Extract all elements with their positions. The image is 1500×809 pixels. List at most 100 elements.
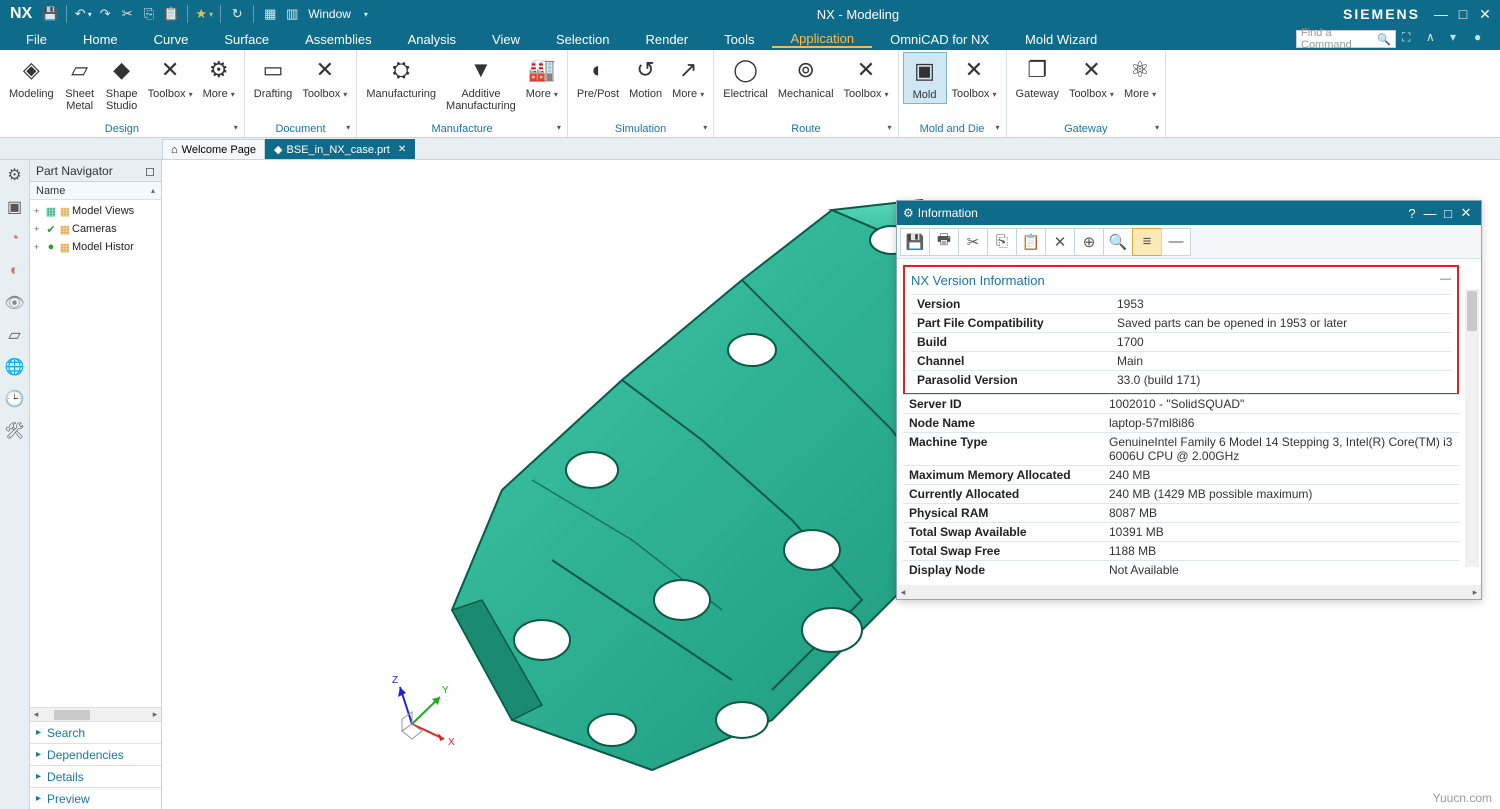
menu-render[interactable]: Render [627, 32, 706, 47]
locate-icon[interactable]: ⊕ [1074, 228, 1104, 256]
minimize-icon[interactable]: — [1421, 206, 1439, 221]
menu-omnicad-for-nx[interactable]: OmniCAD for NX [872, 32, 1007, 47]
menu-view[interactable]: View [474, 32, 538, 47]
assembly-navigator-icon[interactable]: ◔ [4, 228, 26, 250]
gateway-button[interactable]: ❐Gateway [1011, 52, 1064, 102]
accordion-details[interactable]: Details [30, 765, 161, 787]
more-button[interactable]: 🏭More [521, 52, 563, 102]
maximize-icon[interactable]: □ [1439, 206, 1457, 221]
scroll-left-icon[interactable]: ◂ [897, 587, 909, 598]
menu-curve[interactable]: Curve [136, 32, 207, 47]
print-icon[interactable]: 🖶 [929, 228, 959, 256]
scroll-right-icon[interactable]: ▸ [149, 709, 161, 720]
wrap-icon[interactable]: ≡ [1132, 228, 1162, 256]
close-icon[interactable]: ✕ [1457, 205, 1475, 221]
toolbox-button[interactable]: ✕Toolbox [143, 52, 198, 102]
shape-studio-button[interactable]: ◆ShapeStudio [101, 52, 143, 114]
doc-tab[interactable]: ⌂Welcome Page [162, 139, 265, 159]
window-list-icon[interactable]: ▥ [284, 6, 300, 22]
tree-item[interactable]: +✔▦Cameras [30, 220, 161, 238]
minimize-ribbon-icon[interactable]: ▾ [1450, 30, 1468, 48]
web-browser-icon[interactable]: 🌐 [4, 356, 26, 378]
menu-home[interactable]: Home [65, 32, 136, 47]
pre-post-button[interactable]: ◐Pre/Post [572, 52, 624, 102]
status-icon[interactable]: ● [1474, 30, 1492, 48]
motion-button[interactable]: ↺Motion [624, 52, 667, 102]
history-icon[interactable]: 🕒 [4, 388, 26, 410]
scroll-left-icon[interactable]: ◂ [30, 709, 42, 720]
tree-item[interactable]: +▦▦Model Views [30, 202, 161, 220]
menu-assemblies[interactable]: Assemblies [287, 32, 389, 47]
find-command-input[interactable]: Find a Command🔍 [1296, 30, 1396, 48]
cut-icon[interactable]: ✂ [958, 228, 988, 256]
menu-analysis[interactable]: Analysis [390, 32, 474, 47]
sheet-metal-button[interactable]: ▱SheetMetal [59, 52, 101, 114]
favorites-icon[interactable]: ★ [196, 6, 212, 22]
scroll-right-icon[interactable]: ▸ [1469, 587, 1481, 598]
information-title-bar[interactable]: ⚙ Information ? — □ ✕ [897, 201, 1481, 225]
maximize-button[interactable]: □ [1452, 6, 1474, 22]
toolbox-button[interactable]: ✕Toolbox [1064, 52, 1119, 102]
section-collapse-icon[interactable]: — [1440, 273, 1451, 288]
window-menu-dropdown[interactable] [357, 6, 373, 22]
paste-icon[interactable]: 📋 [1016, 228, 1046, 256]
copy-icon[interactable]: ⎘ [141, 6, 157, 22]
gear-icon[interactable]: ⚙ [903, 206, 914, 220]
constraint-navigator-icon[interactable]: ◐ [4, 260, 26, 282]
close-button[interactable]: ✕ [1474, 6, 1496, 23]
scroll-thumb[interactable] [1467, 291, 1477, 331]
panel-pin-icon[interactable]: ◻ [145, 164, 155, 178]
doc-tab[interactable]: ◆BSE_in_NX_case.prt✕ [265, 139, 415, 159]
roles-icon[interactable]: 🛠 [4, 420, 26, 442]
reuse-library-icon[interactable]: 👁 [4, 292, 26, 314]
menu-selection[interactable]: Selection [538, 32, 627, 47]
mechanical-button[interactable]: ⊚Mechanical [773, 52, 839, 102]
info-scroll-horizontal[interactable]: ◂ ▸ [897, 585, 1481, 599]
tab-close-icon[interactable]: ✕ [398, 144, 406, 155]
help-icon[interactable]: ∧ [1426, 30, 1444, 48]
copy-icon[interactable]: ⎘ [987, 228, 1017, 256]
window-menu[interactable]: Window [308, 7, 351, 21]
menu-mold-wizard[interactable]: Mold Wizard [1007, 32, 1115, 47]
menu-tools[interactable]: Tools [706, 32, 772, 47]
menu-file[interactable]: File [8, 32, 65, 47]
menu-application[interactable]: Application [772, 31, 872, 48]
more-button[interactable]: ⚙More [198, 52, 240, 102]
repeat-icon[interactable]: ↻ [229, 6, 245, 22]
find-icon[interactable]: 🔍 [1103, 228, 1133, 256]
scroll-thumb[interactable] [54, 710, 90, 720]
mold-button[interactable]: ▣Mold [903, 52, 947, 104]
view-triad[interactable]: X Y Z [382, 669, 462, 749]
hd3d-tools-icon[interactable]: ▱ [4, 324, 26, 346]
collapse-icon[interactable]: — [1161, 228, 1191, 256]
delete-icon[interactable]: ✕ [1045, 228, 1075, 256]
paste-icon[interactable]: 📋 [163, 6, 179, 22]
toolbox-button[interactable]: ✕Toolbox [839, 52, 894, 102]
undo-icon[interactable]: ↶ [75, 6, 91, 22]
save-icon[interactable]: 💾 [42, 6, 58, 22]
part-navigator-icon[interactable]: ▣ [4, 196, 26, 218]
more-button[interactable]: ⚛More [1119, 52, 1161, 102]
modeling-button[interactable]: ◈Modeling [4, 52, 59, 102]
drafting-button[interactable]: ▭Drafting [249, 52, 298, 102]
column-header-name[interactable]: Name ▴ [30, 182, 161, 200]
toolbox-button[interactable]: ✕Toolbox [947, 52, 1002, 102]
additive-manufacturing-button[interactable]: ▼AdditiveManufacturing [441, 52, 521, 114]
accordion-preview[interactable]: Preview [30, 787, 161, 809]
minimize-button[interactable]: — [1430, 6, 1452, 22]
navigator-scroll-horizontal[interactable]: ◂ ▸ [30, 707, 161, 721]
cut-icon[interactable]: ✂ [119, 6, 135, 22]
touch-icon[interactable]: ▦ [262, 6, 278, 22]
accordion-dependencies[interactable]: Dependencies [30, 743, 161, 765]
accordion-search[interactable]: Search [30, 721, 161, 743]
toolbox-button[interactable]: ✕Toolbox [297, 52, 352, 102]
manufacturing-button[interactable]: ⛭Manufacturing [361, 52, 441, 102]
info-scroll-vertical[interactable] [1465, 289, 1479, 567]
help-icon[interactable]: ? [1403, 206, 1421, 221]
more-button[interactable]: ↗More [667, 52, 709, 102]
menu-surface[interactable]: Surface [206, 32, 287, 47]
electrical-button[interactable]: ◯Electrical [718, 52, 773, 102]
fullscreen-icon[interactable]: ⛶ [1402, 30, 1420, 48]
settings-icon[interactable]: ⚙ [4, 164, 26, 186]
tree-item[interactable]: +●▦Model Histor [30, 238, 161, 256]
